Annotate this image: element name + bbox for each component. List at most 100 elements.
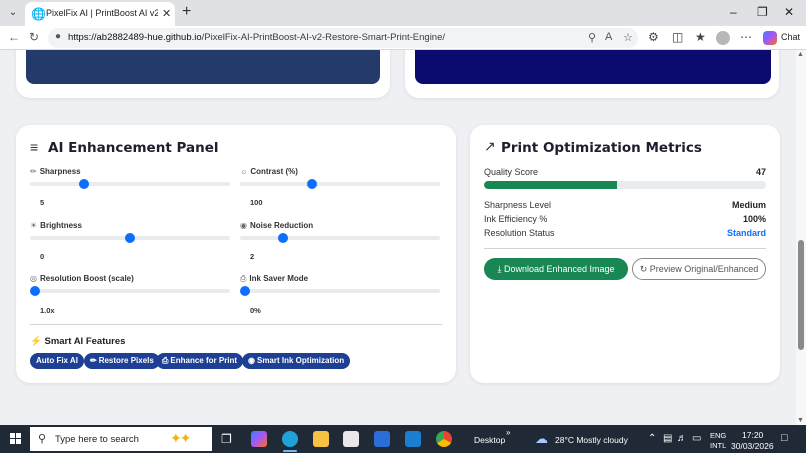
droplet-icon: ◉ [240,221,247,230]
contrast-label: ☼ Contrast (%) [240,167,298,176]
refresh-icon: ↻ [639,264,648,274]
copilot-icon[interactable] [763,31,777,45]
windows-taskbar: ⚲ Type here to search ✦✦ ❐ Desktop » ☁ 2… [0,425,806,453]
copilot-app-icon[interactable] [251,431,267,447]
tray-chevron-icon[interactable]: ⌃ [648,433,656,444]
clock-date[interactable]: 30/03/2026 [731,441,774,451]
language-line1[interactable]: ENG [710,431,726,440]
site-info-icon[interactable]: ● [55,31,61,42]
brush-icon: ✏ [30,167,37,176]
notifications-icon[interactable]: □ [781,432,788,444]
task-view-icon[interactable]: ❐ [221,432,232,446]
printer-icon: ⎙ [240,274,247,283]
windows-start-icon[interactable] [10,433,22,445]
original-image-preview [26,50,380,84]
close-window-icon[interactable]: ✕ [784,5,794,19]
extensions-icon[interactable]: ⚙ [648,30,659,44]
volume-icon[interactable]: ♬ [677,433,687,444]
battery-icon[interactable]: ▭ [692,433,701,444]
search-placeholder: Type here to search [55,434,139,445]
outlook-app-icon[interactable] [405,431,421,447]
ink-saver-label: ⎙ Ink Saver Mode [240,274,309,283]
address-bar-row: ← ↻ ● https://ab2882489-hue.github.io/Pi… [0,26,806,50]
contrast-value: 100 [250,198,263,207]
noise-reduction-slider-thumb[interactable] [278,233,288,243]
noise-reduction-value: 2 [250,252,255,261]
zoom-icon[interactable]: ⚲ [588,31,596,44]
contrast-slider[interactable] [240,179,440,189]
download-enhanced-button[interactable]: ⤓ Download Enhanced Image [484,258,628,280]
panel-title: AI Enhancement Panel [48,140,219,156]
sharpness-slider-thumb[interactable] [79,179,89,189]
smart-features-title: ⚡ Smart AI Features [30,336,126,347]
chat-label[interactable]: Chat [781,32,800,42]
desktop-label[interactable]: Desktop [474,435,505,445]
edge-app-icon[interactable] [282,431,298,447]
language-line2[interactable]: INTL [710,441,726,450]
profile-avatar[interactable] [716,31,730,45]
page-viewport: ≡ AI Enhancement Panel ✏ Sharpness 5 ☼ Con… [0,50,796,425]
ink-efficiency-value: 100% [742,214,766,224]
lightning-icon: ⚡ [30,336,42,347]
page-scrollbar[interactable]: ▲ ▼ [796,50,806,425]
resolution-boost-slider-thumb[interactable] [30,286,40,296]
new-tab-icon[interactable]: + [182,3,191,21]
split-screen-icon[interactable]: ◫ [672,30,683,44]
ai-enhancement-panel: ≡ AI Enhancement Panel ✏ Sharpness 5 ☼ Con… [16,125,456,383]
enhance-for-print-button[interactable]: ⎙ Enhance for Print [156,353,244,369]
file-explorer-icon[interactable] [313,431,329,447]
brightness-icon: ☀ [30,221,38,230]
url-field[interactable]: ● https://ab2882489-hue.github.io/PixelF… [48,28,638,48]
search-icon: ⚲ [38,433,47,445]
favorites-icon[interactable]: ★ [695,30,706,44]
brightness-slider-thumb[interactable] [125,233,135,243]
printer-icon: ⎙ [162,356,169,365]
refresh-icon[interactable]: ↻ [29,30,39,44]
ink-saver-slider-thumb[interactable] [240,286,250,296]
ink-saver-slider[interactable] [240,286,440,296]
auto-fix-button[interactable]: Auto Fix AI [30,353,84,369]
resolution-boost-slider[interactable] [30,286,230,296]
brightness-label: ☀ Brightness [30,221,82,230]
word-app-icon[interactable] [374,431,390,447]
read-aloud-icon[interactable]: A [605,31,612,43]
favorite-star-icon[interactable]: ☆ [623,31,633,44]
brightness-value: 0 [40,252,45,261]
preview-toggle-button[interactable]: ↻ Preview Original/Enhanced [632,258,766,280]
weather-text[interactable]: 28°C Mostly cloudy [555,435,628,445]
brightness-slider[interactable] [30,233,230,243]
tab-actions-menu-icon[interactable]: ⌄ [5,5,21,21]
ink-efficiency-label: Ink Efficiency % [484,214,548,224]
ink-saver-value: 0% [250,306,261,315]
panel-divider [30,324,442,325]
url-text: https://ab2882489-hue.github.io/PixelFix… [68,32,446,43]
sun-icon: ☼ [240,167,248,176]
minimize-icon[interactable]: – [730,5,737,19]
sharpness-slider[interactable] [30,179,230,189]
more-options-icon[interactable]: ⋯ [740,30,752,44]
back-arrow-icon[interactable]: ← [8,30,20,44]
contrast-slider-thumb[interactable] [307,179,317,189]
smart-ink-optimization-button[interactable]: ◉ Smart Ink Optimization [242,353,351,369]
browser-tab[interactable]: 🌐 PixelFix AI | PrintBoost AI v2 – Resto… [25,2,175,26]
scroll-up-icon[interactable]: ▲ [797,51,804,58]
noise-reduction-slider[interactable] [240,233,440,243]
scrollbar-thumb[interactable] [798,240,804,350]
download-icon: ⤓ [497,264,502,274]
restore-window-icon[interactable]: ❐ [757,5,768,19]
quality-progress-fill [484,181,617,189]
globe-icon: 🌐 [31,7,46,21]
sharpness-level-label: Sharpness Level [484,200,552,210]
sharpness-label: ✏ Sharpness [30,167,81,176]
scroll-down-icon[interactable]: ▼ [797,417,804,424]
restore-pixels-button[interactable]: ✏ Restore Pixels [84,353,160,369]
clock-time[interactable]: 17:20 [742,430,763,440]
store-app-icon[interactable] [343,431,359,447]
chrome-app-icon[interactable] [436,431,452,447]
taskbar-search[interactable]: ⚲ Type here to search ✦✦ [30,427,212,451]
network-icon[interactable]: ▤ [663,433,672,444]
close-tab-icon[interactable]: ✕ [162,7,171,21]
desktop-chevron-icon[interactable]: » [506,428,510,437]
quality-score-value: 47 [755,167,766,177]
sparkle-icon: ✦✦ [170,430,192,446]
